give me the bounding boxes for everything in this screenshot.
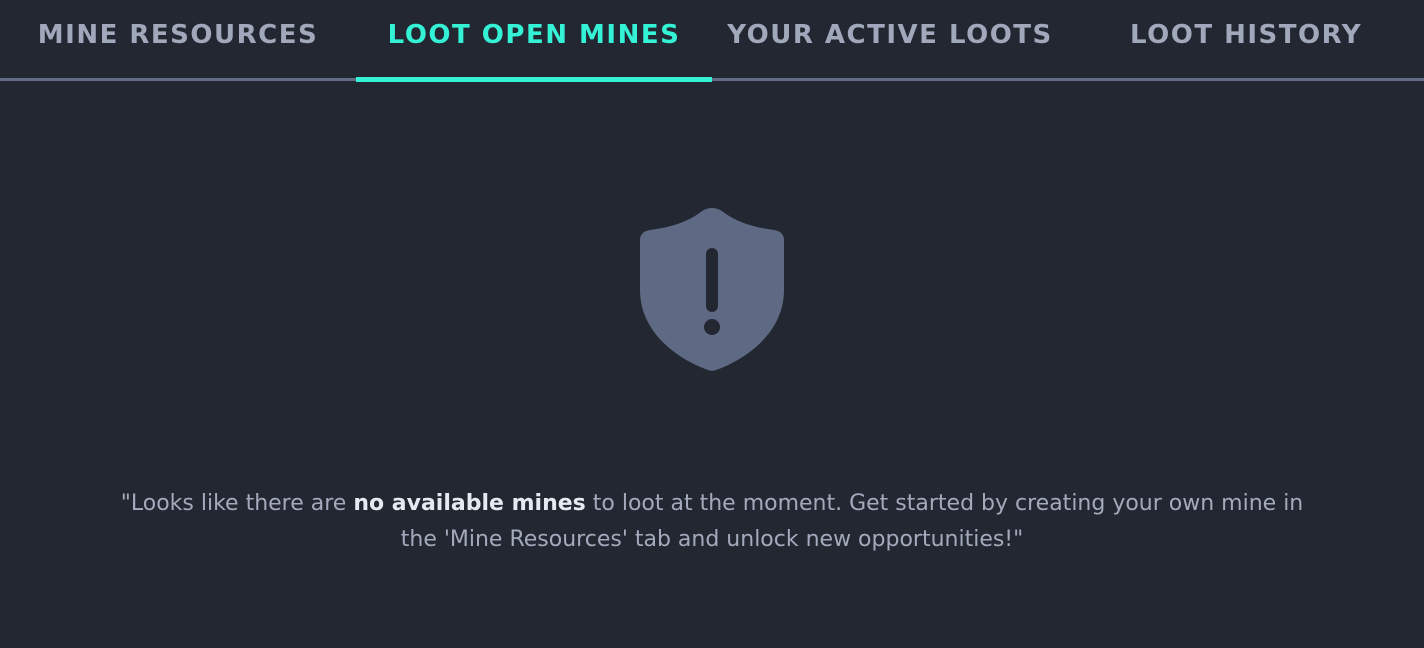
tab-loot-history[interactable]: LOOT HISTORY [1068, 0, 1424, 82]
loot-page: MINE RESOURCES LOOT OPEN MINES YOUR ACTI… [0, 0, 1424, 648]
tab-label: LOOT HISTORY [1129, 20, 1363, 50]
tab-label: LOOT OPEN MINES [387, 20, 681, 50]
tab-bar: MINE RESOURCES LOOT OPEN MINES YOUR ACTI… [0, 0, 1424, 82]
tab-your-active-loots[interactable]: YOUR ACTIVE LOOTS [712, 0, 1068, 82]
tab-mine-resources[interactable]: MINE RESOURCES [0, 0, 356, 82]
shield-alert-icon [640, 208, 784, 371]
tab-label: YOUR ACTIVE LOOTS [727, 20, 1053, 50]
empty-state: "Looks like there are no available mines… [0, 82, 1424, 648]
message-emphasis: no available mines [353, 491, 586, 516]
message-text: "Looks like there are [120, 491, 354, 516]
tab-label: MINE RESOURCES [37, 20, 319, 50]
tab-loot-open-mines[interactable]: LOOT OPEN MINES [356, 0, 712, 82]
empty-state-message: "Looks like there are no available mines… [112, 486, 1312, 558]
